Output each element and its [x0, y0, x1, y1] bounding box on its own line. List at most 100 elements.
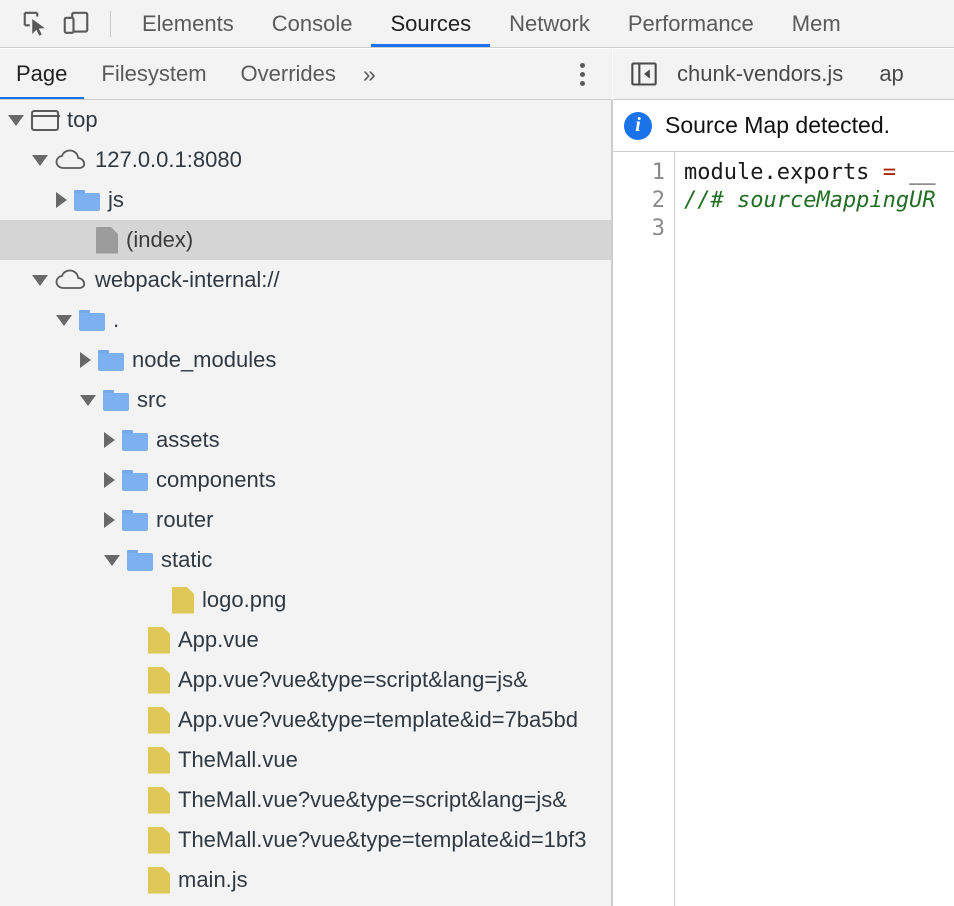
twisty-open-icon[interactable]: [56, 314, 72, 326]
file-navigator-tree[interactable]: top 127.0.0.1:8080 js (index) webpack-in…: [0, 100, 612, 906]
folder-icon: [103, 389, 129, 411]
tree-item-label: (index): [126, 227, 194, 252]
tree-row[interactable]: App.vue: [0, 620, 612, 660]
tree-item-label: src: [137, 387, 167, 412]
tab-console[interactable]: Console: [253, 0, 372, 47]
line-number-gutter: 1 2 3: [613, 152, 675, 906]
nav-tab-overrides[interactable]: Overrides: [224, 49, 353, 99]
main-tab-list: Elements Console Sources Network Perform…: [123, 0, 860, 47]
tree-row[interactable]: router: [0, 500, 612, 540]
tree-item-label: TheMall.vue?vue&type=script&lang=js&: [178, 787, 567, 812]
line-number: 1: [651, 160, 665, 185]
tree-row[interactable]: App.vue?vue&type=template&id=7ba5bd: [0, 700, 612, 740]
file-icon: [172, 586, 194, 614]
tree-item-label: static: [161, 547, 213, 572]
tree-item-label: top: [67, 107, 98, 132]
folder-icon: [122, 429, 148, 451]
file-icon: [148, 866, 170, 894]
folder-icon: [127, 549, 153, 571]
twisty-open-icon[interactable]: [8, 114, 24, 126]
tab-sources[interactable]: Sources: [371, 0, 490, 47]
editor-tab-bar: chunk-vendors.js ap: [613, 49, 954, 100]
nav-tab-filesystem[interactable]: Filesystem: [84, 49, 223, 99]
tree-row[interactable]: TheMall.vue?vue&type=script&lang=js&: [0, 780, 612, 820]
file-icon: [148, 666, 170, 694]
tree-row[interactable]: TheMall.vue?vue&type=template&id=1bf3: [0, 820, 612, 860]
document-icon: [96, 226, 118, 254]
code-line-1: module.exports = __: [684, 159, 954, 187]
code-token-operator: =: [882, 160, 896, 185]
source-editor-pane: i Source Map detected. 1 2 3 module.expo…: [613, 100, 954, 906]
info-icon: i: [624, 111, 652, 140]
tree-row[interactable]: webpack-internal://: [0, 260, 612, 300]
tree-row[interactable]: logo.png: [0, 580, 612, 620]
twisty-closed-icon[interactable]: [104, 512, 115, 528]
tab-network[interactable]: Network: [490, 0, 609, 47]
tree-row[interactable]: src: [0, 380, 612, 420]
infobar-message: Source Map detected.: [665, 112, 891, 138]
editor-tab-chunk-vendors[interactable]: chunk-vendors.js: [659, 49, 861, 99]
folder-icon: [122, 469, 148, 491]
twisty-closed-icon[interactable]: [56, 192, 67, 208]
tree-item-label: node_modules: [132, 347, 277, 372]
twisty-open-icon[interactable]: [104, 554, 120, 566]
tree-row[interactable]: TheMall.vue: [0, 740, 612, 780]
more-options-icon[interactable]: [570, 59, 594, 89]
collapse-sidebar-icon[interactable]: [629, 59, 659, 89]
twisty-open-icon[interactable]: [80, 394, 96, 406]
tree-item-label: components: [156, 467, 276, 492]
tree-row[interactable]: main.js: [0, 860, 612, 900]
tree-row[interactable]: (index): [0, 220, 612, 260]
tree-item-label: assets: [156, 427, 220, 452]
line-number: 3: [651, 216, 665, 241]
twisty-open-icon[interactable]: [32, 274, 48, 286]
inspect-element-icon[interactable]: [16, 4, 56, 44]
code-content[interactable]: module.exports = __ //# sourceMappingUR: [675, 152, 954, 906]
toolbar-icon-group: [0, 4, 123, 44]
more-tabs-chevron-icon[interactable]: »: [353, 49, 386, 99]
twisty-closed-icon[interactable]: [104, 472, 115, 488]
tree-item-label: router: [156, 507, 214, 532]
code-viewer[interactable]: 1 2 3 module.exports = __ //# sourceMapp…: [613, 152, 954, 906]
folder-icon: [79, 309, 105, 331]
twisty-closed-icon[interactable]: [104, 432, 115, 448]
file-icon: [148, 626, 170, 654]
tree-item-label: logo.png: [202, 587, 287, 612]
tree-item-label: js: [108, 187, 124, 212]
editor-tab-app[interactable]: ap: [861, 49, 921, 99]
tree-row[interactable]: components: [0, 460, 612, 500]
main-toolbar: Elements Console Sources Network Perform…: [0, 0, 954, 48]
file-icon: [148, 746, 170, 774]
tree-item-label: webpack-internal://: [95, 267, 280, 292]
tree-item-label: .: [113, 307, 120, 332]
tab-performance[interactable]: Performance: [609, 0, 773, 47]
tree-item-label: App.vue?vue&type=template&id=7ba5bd: [178, 707, 578, 732]
tab-memory[interactable]: Mem: [773, 0, 860, 47]
tree-row[interactable]: static: [0, 540, 612, 580]
source-map-infobar: i Source Map detected.: [613, 100, 954, 152]
twisty-closed-icon[interactable]: [80, 352, 91, 368]
device-toolbar-icon[interactable]: [56, 4, 96, 44]
tree-row[interactable]: assets: [0, 420, 612, 460]
twisty-open-icon[interactable]: [32, 154, 48, 166]
cloud-icon: [55, 149, 87, 171]
tree-row[interactable]: js: [0, 180, 612, 220]
devtools-window: Elements Console Sources Network Perform…: [0, 0, 954, 906]
tab-elements[interactable]: Elements: [123, 0, 253, 47]
frame-icon: [30, 109, 60, 131]
tree-row[interactable]: node_modules: [0, 340, 612, 380]
nav-tab-page[interactable]: Page: [0, 49, 85, 99]
menu-dot: [579, 62, 585, 68]
tree-row[interactable]: 127.0.0.1:8080: [0, 140, 612, 180]
folder-icon: [98, 349, 124, 371]
file-icon: [148, 786, 170, 814]
tree-row[interactable]: top: [0, 100, 612, 140]
code-token-identifier: module.exports: [684, 160, 883, 185]
tree-row[interactable]: App.vue?vue&type=script&lang=js&: [0, 660, 612, 700]
tree-row[interactable]: .: [0, 300, 612, 340]
